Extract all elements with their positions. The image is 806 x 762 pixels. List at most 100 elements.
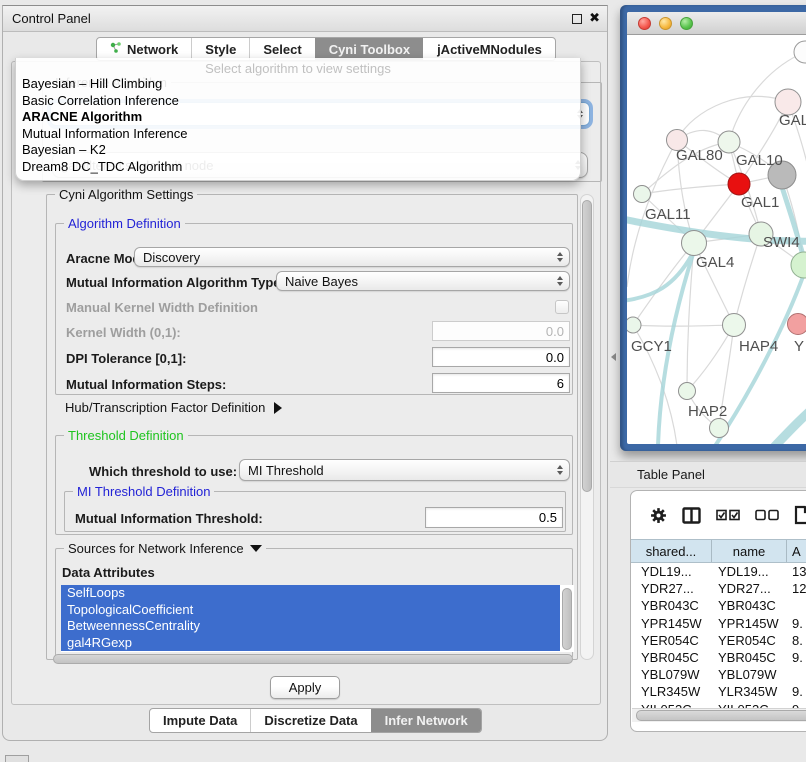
node-gal4[interactable] [682,231,707,256]
combo-arrows-icon [557,276,563,286]
node-label-gal11: GAL11 [645,206,691,223]
node-hap4[interactable] [723,314,746,337]
manual-kernel-checkbox[interactable] [555,300,569,314]
tab-discretize-data[interactable]: Discretize Data [250,709,370,732]
column-header-shared-name[interactable]: shared... [631,540,712,562]
attributes-scrollbar-thumb[interactable] [562,588,572,650]
mi-threshold-field[interactable]: 0.5 [425,507,563,528]
table-row[interactable]: YLR345WYLR345W9. [631,683,806,700]
expanded-arrow-icon [250,545,262,552]
gear-icon[interactable] [650,507,667,524]
tab-label: Network [127,42,178,57]
tab-impute-data[interactable]: Impute Data [150,709,250,732]
dpi-tolerance-field[interactable]: 0.0 [432,347,570,367]
settings-vscrollbar[interactable] [580,194,594,660]
settings-hscrollbar[interactable] [53,654,573,664]
table-row[interactable]: YDL19...YDL19...13 [631,563,806,580]
node-label-gcy1: GCY1 [631,338,672,355]
network-window-titlebar[interactable] [627,12,806,35]
mi-type-combo[interactable]: Naive Bayes [276,271,570,291]
popup-item-mutual-information-inference[interactable]: Mutual Information Inference [16,126,580,143]
kernel-width-field: 0.0 [432,321,570,341]
table-hscrollbar[interactable] [632,708,806,722]
collapsed-arrow-icon [274,402,282,414]
popup-item-aracne-algorithm[interactable]: ARACNE Algorithm [16,109,580,126]
popup-item-bayesian-k2[interactable]: Bayesian – K2 [16,142,580,159]
node-gcy1[interactable] [627,317,641,333]
settings-vscrollbar-thumb[interactable] [582,200,592,492]
table-cell: 9. [787,684,803,699]
which-threshold-combo[interactable]: MI Threshold [239,459,570,481]
minimize-traffic-light[interactable] [659,17,672,30]
sources-group-title[interactable]: Sources for Network Inference [64,541,266,556]
table-cell: YBR043C [712,598,787,613]
column-header-name[interactable]: name [712,540,787,562]
tab-cyni-toolbox[interactable]: Cyni Toolbox [315,38,423,60]
node-y[interactable] [788,314,806,335]
mi-threshold-label: Mutual Information Threshold: [75,511,263,526]
network-view-window: GALGAL80GAL10GAL1SWI4GAL11GAL4GCY1HAP4YH… [620,5,806,451]
close-traffic-light[interactable] [638,17,651,30]
desktop: Control Panel ✖ Network Style SelectCyni T… [0,0,806,762]
tab-jactivemnodules[interactable]: jActiveMNodules [423,38,555,60]
attribute-item-topologicalcoefficient[interactable]: TopologicalCoefficient [61,602,560,619]
collapsed-panel-tab[interactable] [5,755,29,762]
column-header-clipped[interactable]: A [787,540,806,562]
table-row[interactable]: YBR045CYBR045C9. [631,649,806,666]
node-hap2[interactable] [679,383,696,400]
popup-item-bayesian-hill-climbing[interactable]: Bayesian – Hill Climbing [16,76,580,93]
table-body: YDL19...YDL19...13YDR27...YDR27...12YBR0… [631,563,806,709]
tab-network[interactable]: Network [97,38,191,60]
zoom-traffic-light[interactable] [680,17,693,30]
close-icon[interactable]: ✖ [589,10,600,26]
which-threshold-label: Which threshold to use: [89,464,237,479]
tab-select[interactable]: Select [249,38,314,60]
attribute-item-betweennesscentrality[interactable]: BetweennessCentrality [61,618,560,635]
hub-definition-label: Hub/Transcription Factor Definition [65,400,265,415]
node-gal11[interactable] [634,186,651,203]
float-icon[interactable] [572,14,582,24]
node[interactable] [794,41,806,63]
file-icon[interactable] [794,505,806,525]
tab-label: Infer Network [385,713,468,728]
combo-arrows-icon [557,465,563,475]
hub-definition-toggle[interactable]: Hub/Transcription Factor Definition [65,400,282,415]
attributes-scrollbar[interactable] [561,586,573,651]
threshold-definition-group: Threshold Definition Which threshold to … [55,435,573,535]
attribute-item-gal4rgexp[interactable]: gal4RGexp [61,635,560,652]
apply-button[interactable]: Apply [270,676,340,699]
aracne-mode-combo[interactable]: Discovery [134,247,570,267]
panel-splitter-handle[interactable] [611,353,616,361]
node[interactable] [791,252,806,278]
mi-steps-field[interactable]: 6 [432,373,570,393]
table-row[interactable]: YBR043CYBR043C [631,597,806,614]
table-row[interactable]: YPR145WYPR145W9. [631,615,806,632]
attribute-item-selfloops[interactable]: SelfLoops [61,585,560,602]
select-all-icon[interactable] [716,509,740,521]
tab-label: Impute Data [163,713,237,728]
deselect-all-icon[interactable] [755,509,779,521]
table-cell: YLR345W [631,684,712,699]
node-gal1[interactable] [728,173,750,195]
control-panel-title: Control Panel [12,11,91,26]
popup-item-dream8-dc-tdc-algorithm[interactable]: Dream8 DC_TDC Algorithm [16,159,580,176]
split-pane-icon[interactable] [682,507,701,524]
table-hscrollbar-thumb[interactable] [636,710,806,721]
tab-style[interactable]: Style [191,38,249,60]
tab-label: jActiveMNodules [437,42,542,57]
tab-infer-network[interactable]: Infer Network [371,709,481,732]
node[interactable] [710,419,729,438]
table-row[interactable]: YDR27...YDR27...12 [631,580,806,597]
data-attributes-list[interactable]: SelfLoopsTopologicalCoefficientBetweenne… [61,585,574,652]
table-cell: YPR145W [631,616,712,631]
algorithm-definition-group: Algorithm Definition Aracne Mode: Discov… [55,223,573,395]
table-cell: YPR145W [712,616,787,631]
table-cell: YDR27... [712,581,787,596]
network-canvas[interactable]: GALGAL80GAL10GAL1SWI4GAL11GAL4GCY1HAP4YH… [627,35,806,444]
tab-label: Style [205,42,236,57]
popup-item-basic-correlation-inference[interactable]: Basic Correlation Inference [16,93,580,110]
control-panel-titlebar[interactable]: Control Panel ✖ [3,6,607,32]
table-row[interactable]: YER054CYER054C8. [631,632,806,649]
table-row[interactable]: YBL079WYBL079W [631,666,806,683]
settings-hscrollbar-thumb[interactable] [53,654,573,664]
